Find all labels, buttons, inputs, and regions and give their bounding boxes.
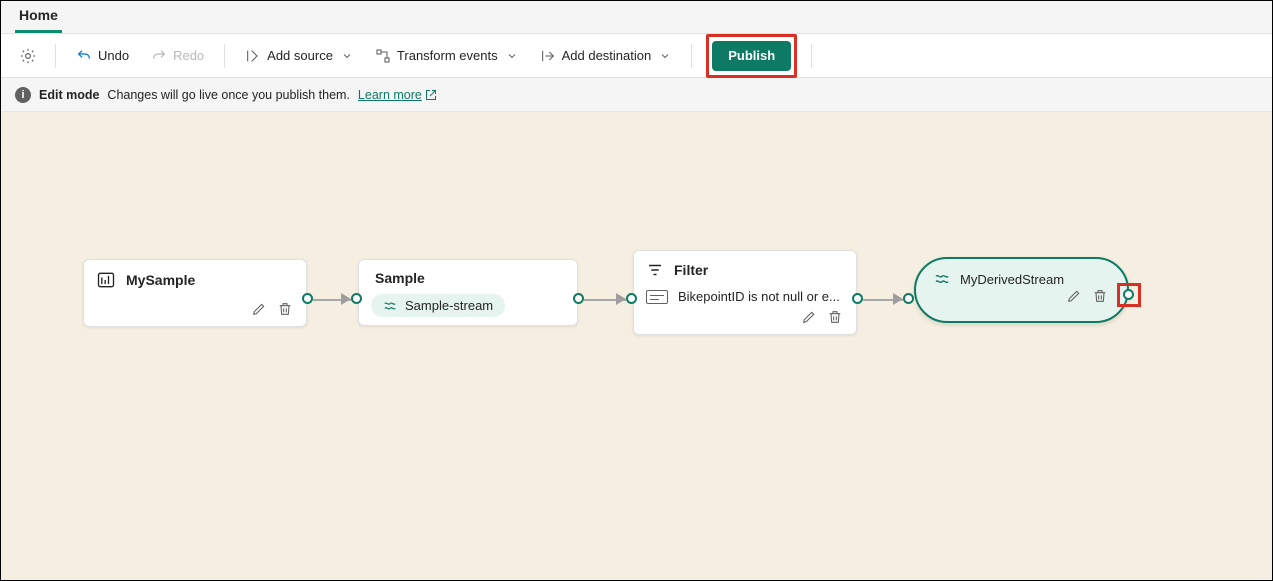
transform-label: Transform events [397,48,498,63]
node-filter-title: Filter [674,262,708,278]
separator [55,44,56,68]
separator [224,44,225,68]
stream-chip-label: Sample-stream [405,298,493,313]
undo-label: Undo [98,48,129,63]
stream-icon [934,271,950,287]
node-destination-title: MyDerivedStream [960,272,1064,287]
delete-button[interactable] [1091,287,1109,305]
node-destination[interactable]: MyDerivedStream [914,257,1129,323]
transform-icon [375,48,391,64]
filter-icon [646,261,664,279]
source-icon [96,270,116,290]
external-link-icon [425,89,437,101]
trash-icon [1092,288,1108,304]
add-source-label: Add source [267,48,333,63]
redo-label: Redo [173,48,204,63]
undo-icon [76,48,92,64]
pencil-icon [251,301,267,317]
learn-more-label: Learn more [358,88,422,102]
rule-icon [646,290,668,304]
info-icon: i [15,87,31,103]
pencil-icon [1066,288,1082,304]
filter-rule-text: BikepointID is not null or e... [678,289,840,304]
chevron-down-icon [659,50,671,62]
node-sample-title: Sample [375,270,425,286]
delete-button[interactable] [276,300,294,318]
pencil-icon [801,309,817,325]
node-source-title: MySample [126,272,195,288]
toolbar: Undo Redo Add source Transform events Ad… [1,34,1272,78]
publish-button[interactable]: Publish [712,41,791,71]
stream-chip[interactable]: Sample-stream [371,294,505,317]
chevron-down-icon [506,50,518,62]
add-source-button[interactable]: Add source [239,40,359,72]
settings-button[interactable] [15,43,41,69]
add-destination-label: Add destination [562,48,652,63]
chevron-down-icon [341,50,353,62]
port-out[interactable] [302,293,313,304]
edit-button[interactable] [1065,287,1083,305]
node-sample[interactable]: Sample Sample-stream [358,259,578,326]
trash-icon [277,301,293,317]
undo-button[interactable]: Undo [70,40,135,72]
separator [691,44,692,68]
publish-highlight: Publish [706,34,797,78]
edit-mode-label: Edit mode [39,88,99,102]
trash-icon [827,309,843,325]
info-bar: i Edit mode Changes will go live once yo… [1,78,1272,112]
separator [811,44,812,68]
add-source-icon [245,48,261,64]
add-destination-button[interactable]: Add destination [534,40,678,72]
redo-button[interactable]: Redo [145,40,210,72]
port-out[interactable] [852,293,863,304]
gear-icon [19,47,37,65]
redo-icon [151,48,167,64]
workflow-canvas[interactable]: MySample Sample Sample-stream [1,112,1272,580]
learn-more-link[interactable]: Learn more [358,88,437,102]
edit-button[interactable] [250,300,268,318]
stream-icon [383,299,397,313]
tab-strip: Home [1,1,1272,34]
node-source[interactable]: MySample [83,259,307,327]
node-filter[interactable]: Filter BikepointID is not null or e... [633,250,857,335]
port-highlight [1117,283,1141,307]
port-in[interactable] [626,293,637,304]
delete-button[interactable] [826,308,844,326]
edit-mode-message: Changes will go live once you publish th… [107,88,350,102]
tab-home-label: Home [19,7,58,23]
edit-button[interactable] [800,308,818,326]
add-destination-icon [540,48,556,64]
port-in[interactable] [351,293,362,304]
port-out[interactable] [573,293,584,304]
tab-home[interactable]: Home [15,0,62,33]
publish-label: Publish [728,48,775,63]
port-in[interactable] [903,293,914,304]
transform-events-button[interactable]: Transform events [369,40,524,72]
